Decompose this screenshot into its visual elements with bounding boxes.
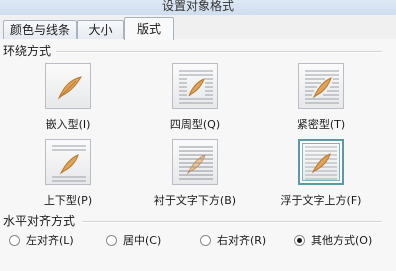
- wrap-section-divider: [56, 51, 382, 53]
- top-bottom-wrap-icon: [52, 145, 86, 182]
- inline-wrap-option[interactable]: [45, 63, 91, 109]
- square-wrap-label: 四周型(Q): [169, 118, 221, 131]
- layout-panel: 环绕方式 嵌入型(I) 四周型(Q) 紧密型(T) 上下型(P) 衬于文字下方(…: [0, 39, 396, 271]
- align-center-label[interactable]: 居中(C): [123, 234, 161, 247]
- dialog-title: 设置对象格式: [161, 0, 234, 13]
- tight-wrap-label: 紧密型(T): [296, 118, 346, 131]
- top-bottom-wrap-label: 上下型(P): [43, 194, 93, 207]
- align-left-label[interactable]: 左对齐(L): [26, 234, 74, 247]
- feather-icon: [59, 154, 79, 175]
- in-front-of-text-icon: [305, 146, 337, 180]
- wrap-section-title: 环绕方式: [3, 44, 52, 58]
- align-right-radio[interactable]: [200, 235, 211, 246]
- tab-layout[interactable]: 版式: [124, 17, 174, 40]
- inline-wrap-icon: [57, 76, 82, 100]
- tight-wrap-icon: [305, 70, 339, 104]
- square-wrap-icon: [179, 70, 213, 104]
- tab-strip: 颜色与线条 大小 版式: [0, 17, 396, 40]
- inline-wrap-label: 嵌入型(I): [45, 118, 91, 131]
- align-right-label[interactable]: 右对齐(R): [217, 234, 266, 247]
- align-center-radio[interactable]: [106, 235, 117, 246]
- align-left-radio[interactable]: [9, 235, 20, 246]
- align-other-label[interactable]: 其他方式(O): [311, 234, 372, 247]
- behind-text-option[interactable]: [172, 139, 218, 185]
- align-other-radio[interactable]: [294, 235, 305, 246]
- behind-text-icon: [179, 146, 213, 180]
- dialog-title-bar: 设置对象格式: [0, 0, 396, 15]
- top-bottom-wrap-option[interactable]: [45, 139, 91, 185]
- feather-icon: [57, 76, 82, 100]
- behind-text-label: 衬于文字下方(B): [153, 194, 237, 207]
- square-wrap-option[interactable]: [172, 63, 218, 109]
- in-front-of-text-label: 浮于文字上方(F): [280, 194, 362, 207]
- tab-size[interactable]: 大小: [77, 20, 124, 39]
- feather-icon: [188, 78, 205, 97]
- tight-wrap-option[interactable]: [298, 63, 344, 109]
- tab-colors-lines[interactable]: 颜色与线条: [3, 20, 77, 39]
- align-section-title: 水平对齐方式: [3, 214, 76, 228]
- align-section-divider: [82, 221, 382, 223]
- feather-icon: [186, 154, 206, 175]
- in-front-of-text-option[interactable]: [298, 139, 344, 185]
